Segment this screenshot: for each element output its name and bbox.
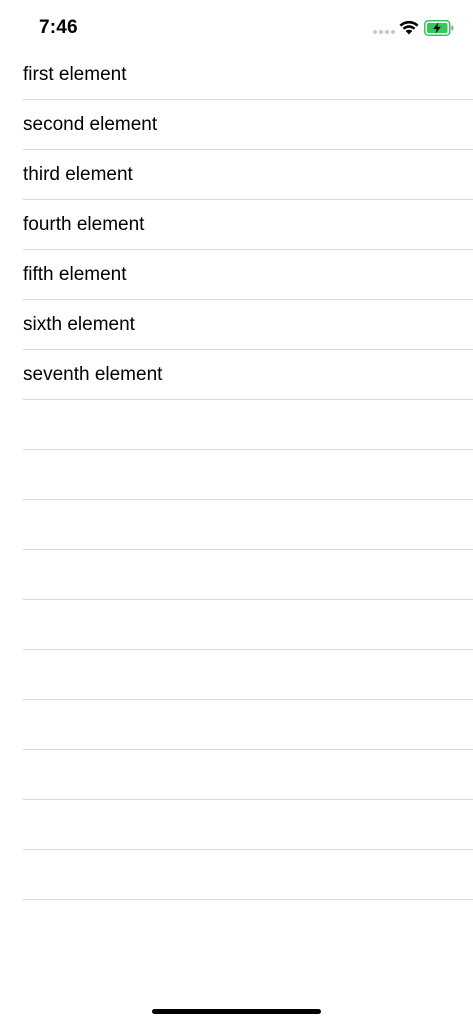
cellular-signal-icon [373,30,395,34]
list-item-label: third element [23,164,133,185]
list-item[interactable]: third element [0,150,473,200]
list-item-label: second element [23,114,158,135]
list-item[interactable]: second element [0,100,473,150]
empty-row [0,900,473,950]
empty-row [0,500,473,550]
list-item[interactable]: seventh element [0,350,473,400]
empty-row [0,850,473,900]
list-item[interactable]: fifth element [0,250,473,300]
empty-row [0,650,473,700]
status-time: 7:46 [39,17,78,38]
empty-row [0,450,473,500]
empty-row [0,700,473,750]
empty-row [0,400,473,450]
list-item[interactable]: fourth element [0,200,473,250]
empty-row [0,750,473,800]
home-indicator[interactable] [152,1009,321,1014]
list-item[interactable]: sixth element [0,300,473,350]
status-bar: 7:46 [0,0,473,50]
empty-row [0,600,473,650]
empty-row [0,550,473,600]
list-item-label: first element [23,64,127,85]
list-item-label: sixth element [23,314,135,335]
table-list: first element second element third eleme… [0,50,473,950]
empty-row [0,800,473,850]
list-item-label: fourth element [23,214,145,235]
battery-charging-icon [424,20,454,36]
list-item[interactable]: first element [0,50,473,100]
list-item-label: fifth element [23,264,127,285]
list-item-label: seventh element [23,364,163,385]
wifi-icon [399,20,419,35]
